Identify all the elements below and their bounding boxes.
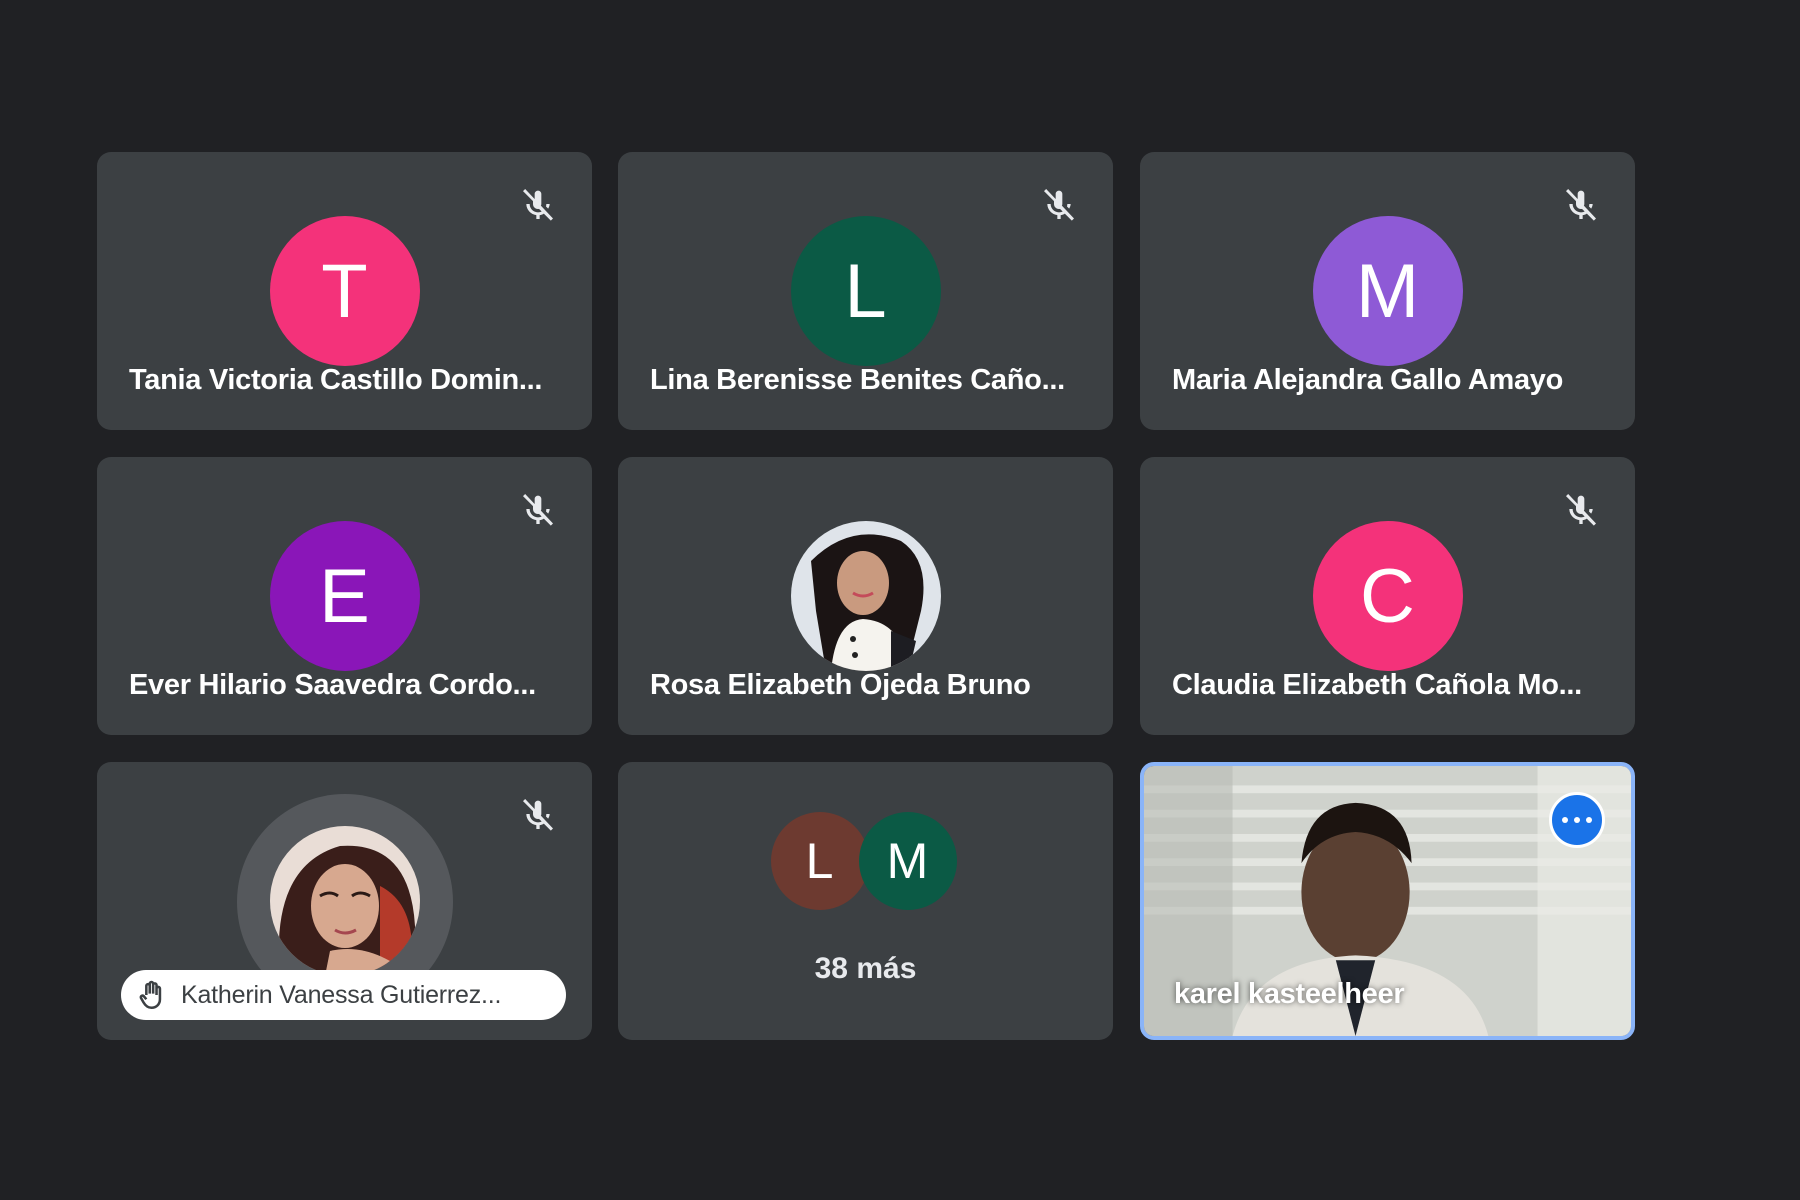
participant-name: Ever Hilario Saavedra Cordo...	[129, 669, 536, 701]
mic-off-icon	[1039, 184, 1079, 224]
more-participants-avatars: L M	[770, 812, 961, 912]
more-participants-tile[interactable]: L M 38 más	[618, 762, 1113, 1040]
avatar: M	[858, 812, 957, 910]
participant-name: Katherin Vanessa Gutierrez...	[181, 980, 502, 1009]
self-video-tile[interactable]: karel kasteelheer	[1140, 762, 1635, 1040]
participant-tile-lina[interactable]: L Lina Berenisse Benites Caño...	[618, 152, 1113, 430]
participant-name: Lina Berenisse Benites Caño...	[650, 364, 1065, 396]
avatar: M	[1312, 216, 1463, 366]
mic-off-icon	[1561, 489, 1601, 529]
avatar: L	[770, 812, 869, 910]
raised-hand-name-pill: Katherin Vanessa Gutierrez...	[121, 970, 566, 1020]
mic-off-icon	[518, 184, 558, 224]
more-options-button[interactable]	[1549, 792, 1605, 848]
participant-tile-tania[interactable]: T Tania Victoria Castillo Domin...	[97, 152, 592, 430]
participant-tile-katherin[interactable]: Katherin Vanessa Gutierrez...	[97, 762, 592, 1040]
profile-photo	[790, 521, 941, 671]
participant-name: Claudia Elizabeth Cañola Mo...	[1172, 669, 1582, 701]
mic-off-icon	[518, 489, 558, 529]
participant-name: Tania Victoria Castillo Domin...	[129, 364, 543, 396]
participant-name: Maria Alejandra Gallo Amayo	[1172, 364, 1564, 396]
dot-icon	[1586, 817, 1592, 823]
participant-tile-maria[interactable]: M Maria Alejandra Gallo Amayo	[1140, 152, 1635, 430]
participant-tile-claudia[interactable]: C Claudia Elizabeth Cañola Mo...	[1140, 457, 1635, 735]
profile-photo	[269, 826, 420, 976]
avatar: C	[1312, 521, 1463, 671]
avatar: E	[269, 521, 420, 671]
participant-tile-ever[interactable]: E Ever Hilario Saavedra Cordo...	[97, 457, 592, 735]
avatar: T	[269, 216, 420, 366]
mic-off-icon	[518, 794, 558, 834]
more-participants-count: 38 más	[814, 952, 917, 985]
avatar: L	[790, 216, 941, 366]
mic-off-icon	[1561, 184, 1601, 224]
dot-icon	[1574, 817, 1580, 823]
participant-tile-rosa[interactable]: Rosa Elizabeth Ojeda Bruno	[618, 457, 1113, 735]
dot-icon	[1562, 817, 1568, 823]
participant-name: karel kasteelheer	[1174, 978, 1405, 1010]
raised-hand-icon	[139, 980, 162, 1010]
participant-name: Rosa Elizabeth Ojeda Bruno	[650, 669, 1031, 701]
